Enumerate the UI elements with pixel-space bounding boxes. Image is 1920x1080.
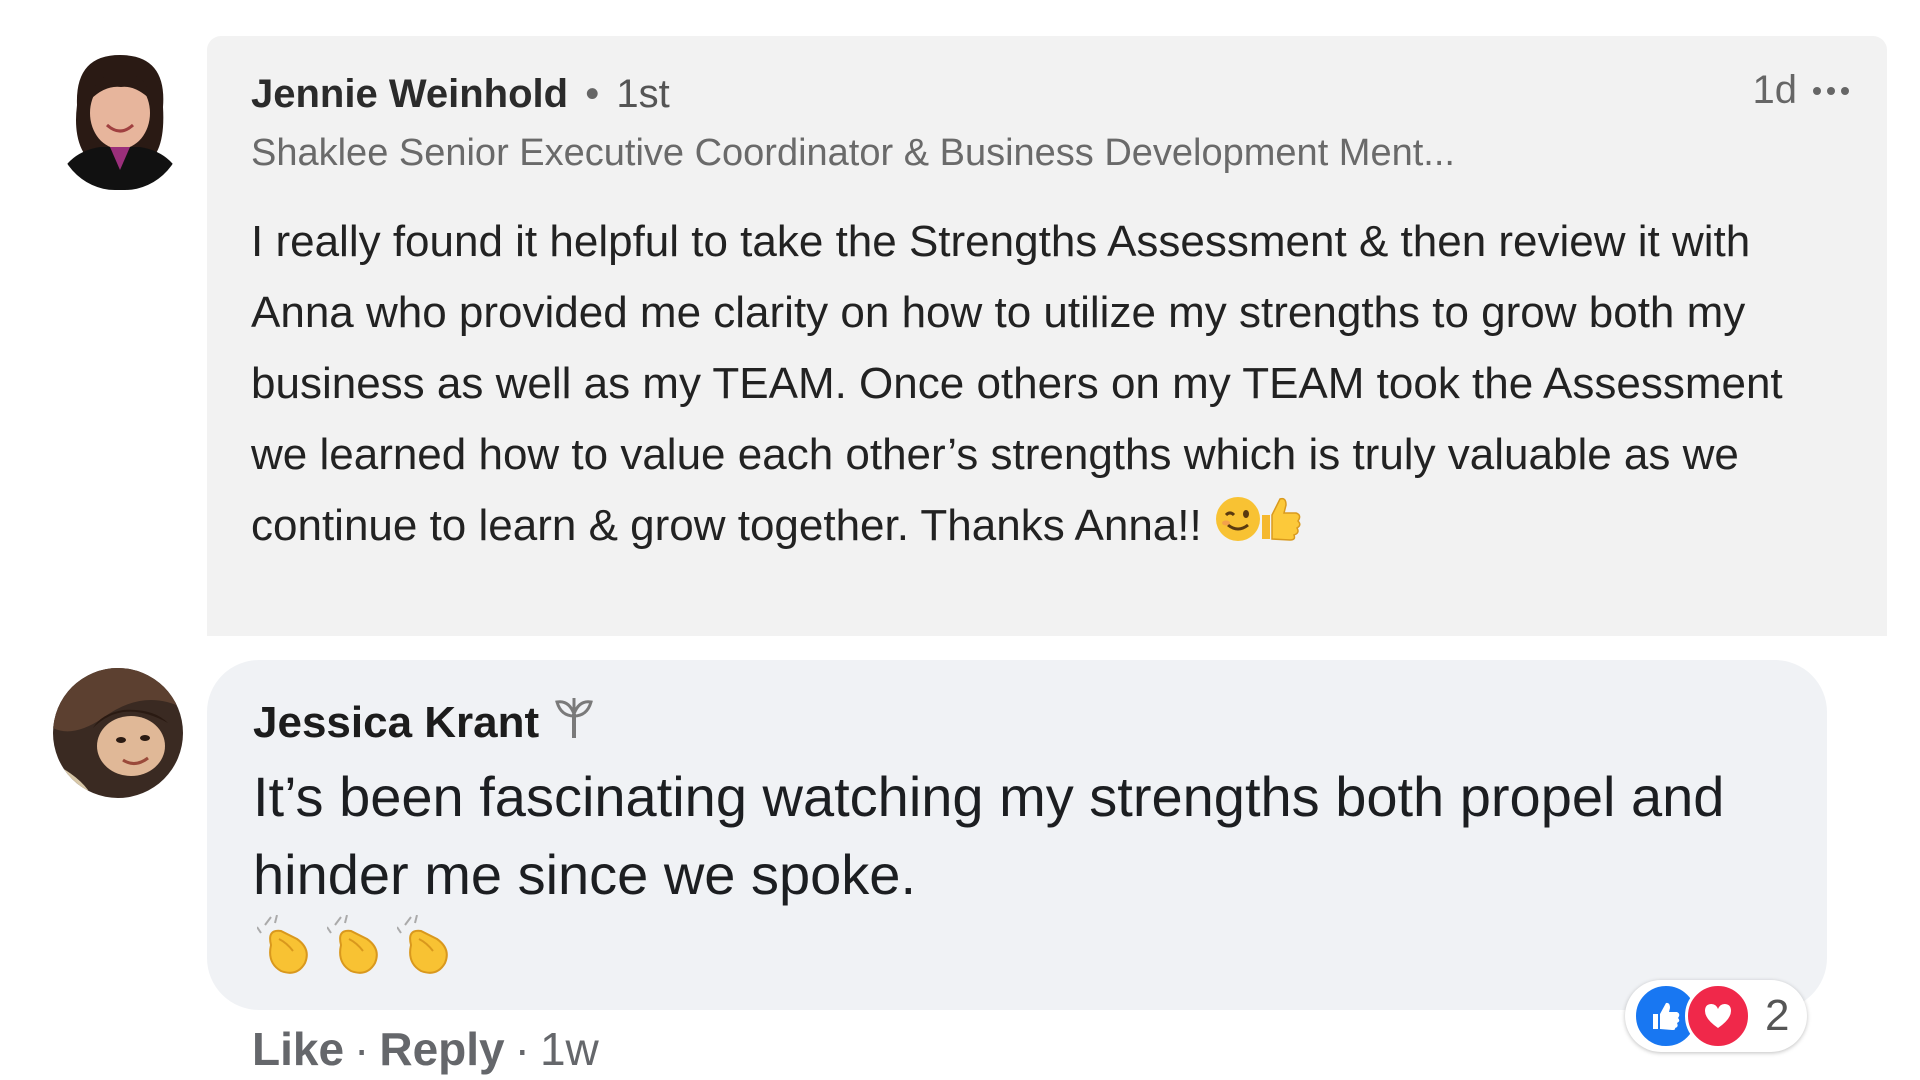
thumbs-up-icon — [1256, 493, 1302, 564]
reply-button[interactable]: Reply — [379, 1022, 504, 1076]
reaction-count: 2 — [1765, 991, 1790, 1040]
comment-author-line: Jessica Krant — [253, 694, 597, 751]
author-name[interactable]: Jennie Weinhold — [251, 72, 568, 116]
clapping-hands-icon — [396, 914, 459, 982]
comment-timestamp: 1d — [1752, 68, 1798, 112]
jessica-avatar[interactable] — [53, 668, 183, 798]
clapping-hands-icon — [326, 914, 389, 982]
comment-bubble-jessica: Jessica Krant It’s been fascinating watc… — [207, 660, 1827, 1010]
clapping-hands-icon — [256, 914, 319, 982]
separator-dot: • — [585, 72, 600, 116]
jennie-avatar[interactable] — [55, 45, 185, 190]
author-name[interactable]: Jessica Krant — [253, 698, 539, 748]
plant-sprout-icon — [551, 694, 597, 751]
comment-timestamp[interactable]: 1w — [540, 1022, 599, 1076]
comment-card-jennie: Jennie Weinhold • 1st 1d Shaklee Senior … — [207, 36, 1887, 636]
separator-dot: · — [514, 1023, 530, 1075]
like-button[interactable]: Like — [252, 1022, 344, 1076]
connection-degree: 1st — [616, 72, 670, 116]
comment-text: It’s been fascinating watching my streng… — [253, 765, 1725, 906]
author-headline: Shaklee Senior Executive Coordinator & B… — [251, 132, 1455, 174]
comment-body: I really found it helpful to take the St… — [251, 206, 1851, 564]
winking-face-icon — [1214, 493, 1262, 564]
comment-meta: 1d — [1752, 68, 1849, 113]
comment-text: I really found it helpful to take the St… — [251, 217, 1783, 550]
reaction-summary[interactable]: 2 — [1625, 980, 1808, 1052]
comment-actions: Like · Reply · 1w — [252, 1022, 599, 1076]
emoji-row — [256, 914, 459, 982]
ellipsis-icon[interactable] — [1813, 86, 1849, 95]
comment-author-line: Jennie Weinhold • 1st — [251, 72, 670, 117]
separator-dot: · — [354, 1023, 370, 1075]
love-icon — [1685, 983, 1751, 1049]
